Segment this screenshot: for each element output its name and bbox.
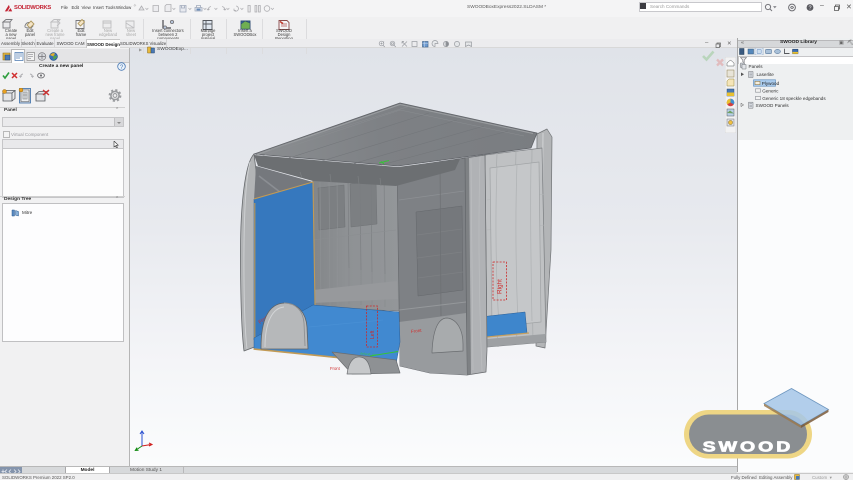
svg-text:Front: Front xyxy=(330,366,341,371)
svg-text:Generic 18 speckle edgebands: Generic 18 speckle edgebands xyxy=(762,96,826,101)
svg-text:Generic: Generic xyxy=(762,88,779,93)
svg-text:Left: Left xyxy=(370,330,376,339)
svg-text:SWOOD Panels: SWOOD Panels xyxy=(756,103,790,108)
svg-text:Plywood: Plywood xyxy=(762,81,780,86)
svg-text:Right: Right xyxy=(497,279,504,294)
svg-text:Panels: Panels xyxy=(749,64,764,69)
svg-text:Laserlite: Laserlite xyxy=(757,72,775,77)
svg-text:SWOOD: SWOOD xyxy=(703,438,794,455)
svg-text:?: ? xyxy=(808,5,811,11)
